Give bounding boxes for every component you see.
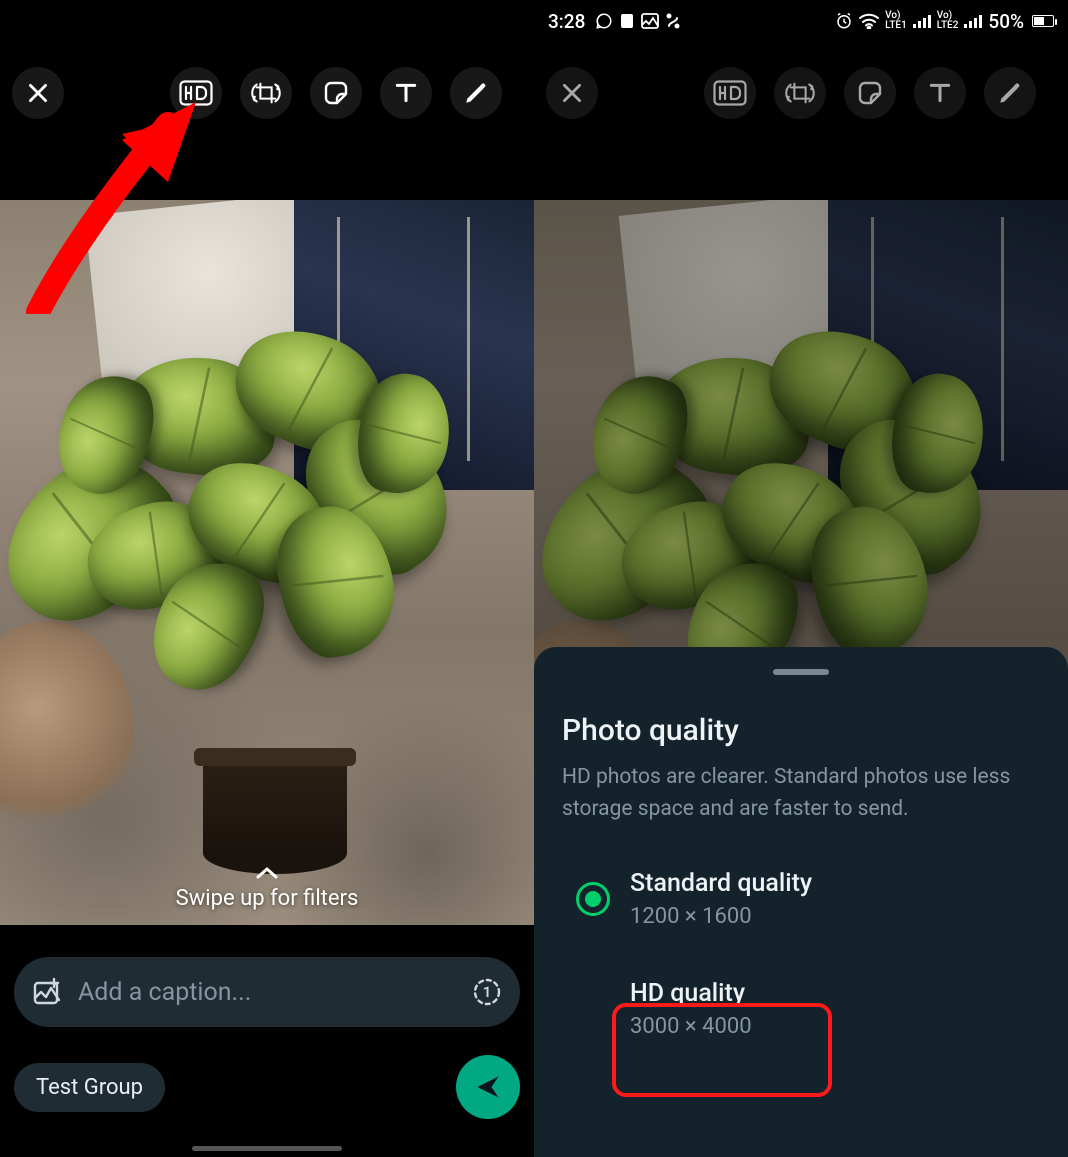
send-button[interactable]: [456, 1055, 520, 1119]
sticker-icon: [322, 79, 350, 107]
sheet-description: HD photos are clearer. Standard photos u…: [562, 762, 1040, 825]
text-icon: [393, 80, 419, 106]
option-standard-quality[interactable]: Standard quality 1200 × 1600: [562, 859, 1040, 943]
left-screenshot: Swipe up for filters Add a caption... 1 …: [0, 0, 534, 1157]
annotation-highlight-hd: [612, 1003, 832, 1097]
recipient-chip[interactable]: Test Group: [14, 1063, 165, 1112]
status-time: 3:28: [548, 10, 585, 33]
whatsapp-status-icon: [595, 12, 613, 30]
right-screenshot: 3:28 Vo)LTE1 Vo)LTE2 50%: [534, 0, 1068, 1157]
pencil-icon: [463, 80, 489, 106]
text-button[interactable]: [914, 67, 966, 119]
add-photo-icon[interactable]: [32, 977, 62, 1007]
option-standard-resolution: 1200 × 1600: [630, 904, 812, 929]
signal-bars-2: [964, 14, 982, 28]
signal-bars-1: [913, 14, 931, 28]
swipe-up-hint[interactable]: Swipe up for filters: [0, 866, 534, 911]
hd-icon: [713, 80, 747, 106]
sticker-icon: [856, 79, 884, 107]
annotation-arrow: [18, 84, 218, 314]
pencil-icon: [997, 80, 1023, 106]
battery-icon: [1032, 15, 1054, 27]
editor-toolbar-right: [534, 48, 1068, 138]
sheet-title: Photo quality: [562, 713, 1040, 748]
send-icon: [474, 1073, 502, 1101]
draw-button[interactable]: [450, 67, 502, 119]
sheet-drag-handle[interactable]: [773, 669, 829, 675]
sim1-signal-icon: Vo)LTE1: [885, 11, 907, 31]
crop-rotate-icon: [785, 78, 815, 108]
caption-bar[interactable]: Add a caption... 1: [14, 957, 520, 1027]
battery-percent: 50%: [988, 10, 1024, 33]
text-button[interactable]: [380, 67, 432, 119]
sticker-button[interactable]: [310, 67, 362, 119]
alarm-status-icon: [835, 12, 853, 30]
radio-selected-icon: [576, 882, 610, 916]
misc-status-icon: [665, 12, 681, 30]
status-bar-right: 3:28 Vo)LTE1 Vo)LTE2 50%: [534, 0, 1068, 42]
close-button[interactable]: [546, 67, 598, 119]
bottom-bar: Test Group: [14, 1057, 520, 1117]
hd-button[interactable]: [704, 67, 756, 119]
svg-text:1: 1: [483, 983, 492, 1001]
wifi-status-icon: [859, 13, 879, 29]
draw-button[interactable]: [984, 67, 1036, 119]
option-standard-label: Standard quality: [630, 869, 812, 898]
sticker-button[interactable]: [844, 67, 896, 119]
crop-rotate-icon: [251, 78, 281, 108]
sim-status-icon: [619, 12, 635, 30]
image-status-icon: [641, 13, 659, 29]
photo-quality-sheet: Photo quality HD photos are clearer. Sta…: [534, 647, 1068, 1157]
swipe-hint-label: Swipe up for filters: [176, 886, 359, 911]
sim2-signal-icon: Vo)LTE2: [937, 11, 959, 31]
crop-rotate-button[interactable]: [240, 67, 292, 119]
view-once-icon[interactable]: 1: [472, 977, 502, 1007]
close-icon: [559, 80, 585, 106]
crop-rotate-button[interactable]: [774, 67, 826, 119]
chevron-up-icon: [255, 866, 279, 880]
home-indicator: [192, 1146, 342, 1151]
text-icon: [927, 80, 953, 106]
caption-input[interactable]: Add a caption...: [78, 978, 456, 1007]
